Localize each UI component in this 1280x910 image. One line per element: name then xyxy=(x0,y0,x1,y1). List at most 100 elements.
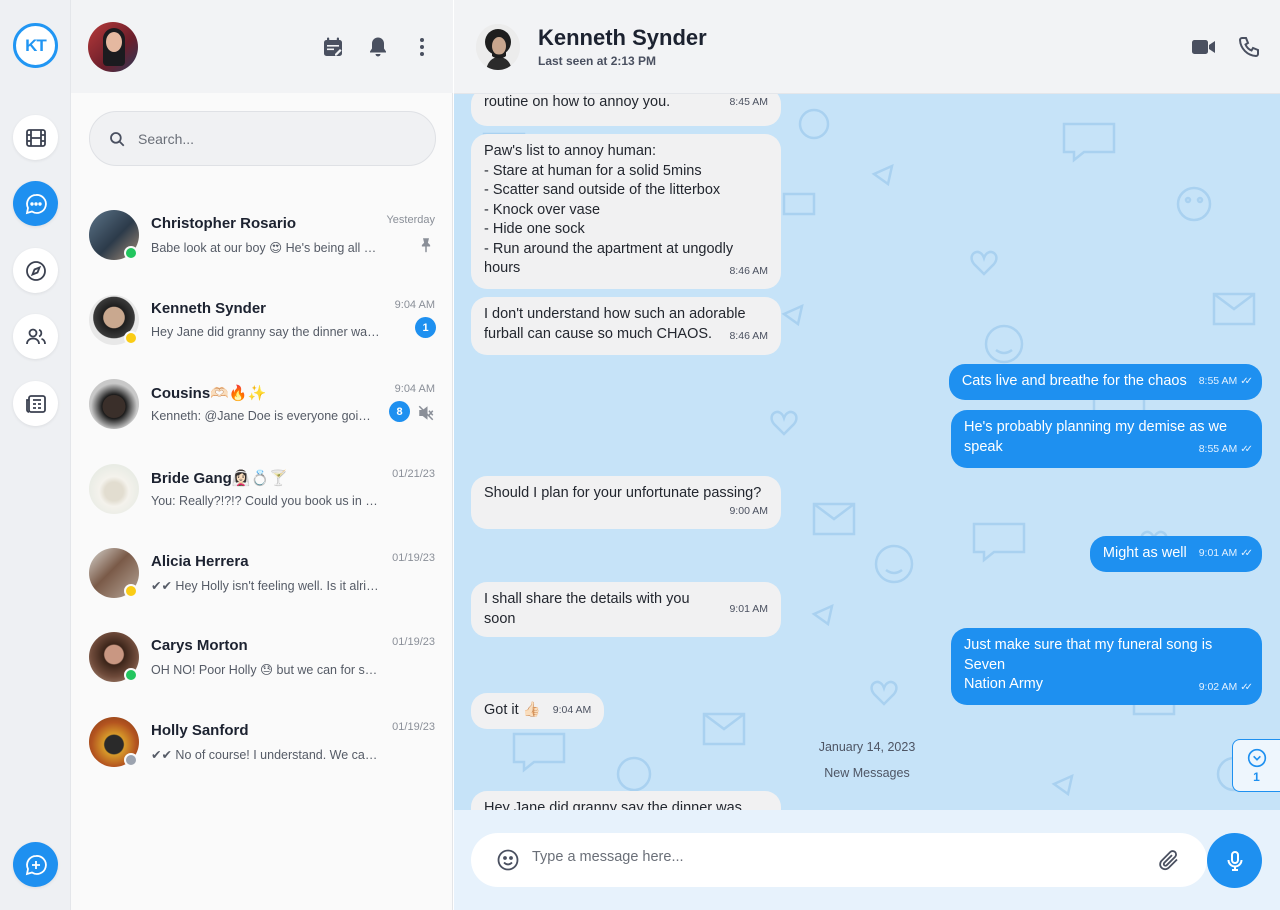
phone-icon[interactable] xyxy=(1236,35,1262,59)
message-time: 9:01 AM xyxy=(729,602,768,615)
away-status-indicator xyxy=(124,584,138,598)
chat-list-item[interactable]: Holly Sanford ✔✔ No of course! I underst… xyxy=(71,707,453,791)
conversation-header: Kenneth Synder Last seen at 2:13 PM xyxy=(454,0,1280,94)
users-icon xyxy=(25,328,46,344)
chat-name: Kenneth Synder xyxy=(151,300,267,317)
calendar-edit-icon[interactable] xyxy=(321,35,345,59)
my-profile-avatar[interactable] xyxy=(88,22,138,72)
chat-list-item[interactable]: Cousins🫶🏻🔥✨ Kenneth: @Jane Doe is everyo… xyxy=(71,369,453,453)
message-time: 8:46 AM xyxy=(729,264,768,277)
new-messages-label: New Messages xyxy=(824,766,910,780)
nav-rail: KT xyxy=(0,0,71,910)
paperclip-icon[interactable] xyxy=(1157,848,1181,872)
message-time: 8:45 AM xyxy=(729,96,768,108)
away-status-indicator xyxy=(124,331,138,345)
avatar xyxy=(89,379,139,429)
last-seen-text: Last seen at 2:13 PM xyxy=(538,54,657,68)
incoming-message[interactable]: Got it 👍🏻 9:04 AM xyxy=(471,693,605,729)
outgoing-message[interactable]: Might as well 9:01 AM ✓✓ xyxy=(1089,536,1262,572)
message-text: Might as well xyxy=(1102,545,1187,561)
chat-list-item[interactable]: Christopher Rosario Babe look at our boy… xyxy=(71,200,453,284)
nav-media-button[interactable] xyxy=(13,115,58,160)
chat-preview: Kenneth: @Jane Doe is everyone going to … xyxy=(151,409,376,423)
chat-bubble-icon xyxy=(25,193,47,214)
nav-chats-button[interactable] xyxy=(13,181,58,226)
logo-text: KT xyxy=(25,35,47,55)
read-receipt-icon: ✓✓ xyxy=(1240,444,1253,455)
read-receipt-icon: ✓✓ xyxy=(1240,376,1253,387)
unread-badge: 8 xyxy=(389,401,410,422)
message-text: Got it 👍🏻 xyxy=(484,702,541,718)
contact-avatar[interactable] xyxy=(476,24,520,70)
online-status-indicator xyxy=(124,246,138,260)
incoming-message[interactable]: Paw's list to annoy human: - Stare at hu… xyxy=(471,134,781,289)
search-input[interactable] xyxy=(138,130,408,147)
nav-contacts-button[interactable] xyxy=(13,314,58,359)
message-input-wrapper[interactable] xyxy=(471,833,1207,887)
chat-time: 01/19/23 xyxy=(392,721,435,733)
chat-preview: ✔✔ No of course! I understand. We can re… xyxy=(151,748,381,762)
app-logo[interactable]: KT xyxy=(13,23,58,68)
chat-preview: ✔✔ Hey Holly isn't feeling well. Is it a… xyxy=(151,579,381,593)
search-bar[interactable] xyxy=(89,111,436,166)
nav-explore-button[interactable] xyxy=(13,248,58,293)
chat-list-item[interactable]: Alicia Herrera ✔✔ Hey Holly isn't feelin… xyxy=(71,538,453,622)
message-time: 9:01 AM xyxy=(1198,547,1238,559)
message-text: Should I plan for your unfortunate passi… xyxy=(484,485,762,501)
microphone-icon xyxy=(1227,850,1242,871)
chat-preview: OH NO! Poor Holly 😓 but we can for sure … xyxy=(151,663,381,677)
chat-time: 9:04 AM xyxy=(394,299,435,311)
pin-icon xyxy=(421,238,431,253)
nav-news-button[interactable] xyxy=(13,381,58,426)
chat-time: 01/19/23 xyxy=(392,636,435,648)
chat-name: Bride Gang👰🏻‍♀️💍🍸 xyxy=(151,470,288,487)
new-chat-icon xyxy=(25,854,47,875)
voice-record-button[interactable] xyxy=(1207,833,1262,888)
online-status-indicator xyxy=(124,668,138,682)
message-time: 8:55 AM xyxy=(1198,443,1238,455)
video-call-icon[interactable] xyxy=(1191,35,1217,59)
message-composer xyxy=(454,810,1280,910)
message-area[interactable]: routine on how to annoy you. 8:45 AM Paw… xyxy=(454,94,1280,810)
outgoing-message[interactable]: Just make sure that my funeral song is S… xyxy=(951,628,1262,705)
muted-icon xyxy=(418,405,434,421)
incoming-message[interactable]: Should I plan for your unfortunate passi… xyxy=(471,476,781,529)
incoming-message[interactable]: I shall share the details with you soon … xyxy=(471,582,781,637)
contact-name: Kenneth Synder xyxy=(538,25,707,50)
message-text: Hey Jane did granny say the dinner was xyxy=(484,800,742,810)
chat-list-item[interactable]: Kenneth Synder Hey Jane did granny say t… xyxy=(71,285,453,369)
message-time: 8:55 AM xyxy=(1198,375,1238,387)
message-input[interactable] xyxy=(532,849,1132,865)
bell-icon[interactable] xyxy=(366,35,390,59)
chat-list-item[interactable]: Carys Morton OH NO! Poor Holly 😓 but we … xyxy=(71,622,453,706)
more-vertical-icon[interactable] xyxy=(410,35,434,59)
incoming-message[interactable]: routine on how to annoy you. 8:45 AM xyxy=(471,94,781,126)
read-receipt-icon: ✓✓ xyxy=(1240,681,1253,693)
new-chat-button[interactable] xyxy=(13,842,58,887)
message-meta: 9:01 AM ✓✓ xyxy=(1198,544,1253,564)
avatar xyxy=(89,464,139,514)
chat-time: 9:04 AM xyxy=(394,383,435,395)
incoming-message[interactable]: Hey Jane did granny say the dinner was xyxy=(471,791,781,810)
outgoing-message[interactable]: Cats live and breathe for the chaos 8:55… xyxy=(948,364,1262,400)
newspaper-icon xyxy=(25,394,46,413)
conversation-panel: Kenneth Synder Last seen at 2:13 PM rout… xyxy=(454,0,1280,910)
incoming-message[interactable]: I don't understand how such an adorable … xyxy=(471,297,781,355)
read-receipt-icon: ✓✓ xyxy=(1240,548,1253,559)
message-text: routine on how to annoy you. xyxy=(484,94,671,110)
chat-name: Christopher Rosario xyxy=(151,215,297,232)
chat-list-item[interactable]: Bride Gang👰🏻‍♀️💍🍸 You: Really?!?!? Could… xyxy=(71,454,453,538)
offline-status-indicator xyxy=(124,753,138,767)
film-icon xyxy=(25,128,46,147)
message-text: Paw's list to annoy human: - Stare at hu… xyxy=(484,143,734,276)
message-time: 9:00 AM xyxy=(729,504,768,517)
outgoing-message[interactable]: He's probably planning my demise as we s… xyxy=(951,410,1262,468)
emoji-icon[interactable] xyxy=(496,848,520,872)
chat-name: Cousins🫶🏻🔥✨ xyxy=(151,385,267,402)
date-separator: January 14, 2023 xyxy=(818,740,916,754)
message-time: 9:04 AM xyxy=(552,704,592,716)
message-time: 9:02 AM xyxy=(1198,680,1238,693)
scroll-to-bottom-button[interactable]: 1 xyxy=(1232,739,1280,792)
chat-name: Alicia Herrera xyxy=(151,553,249,570)
chat-preview: You: Really?!?!? Could you book us in fo… xyxy=(151,494,381,508)
